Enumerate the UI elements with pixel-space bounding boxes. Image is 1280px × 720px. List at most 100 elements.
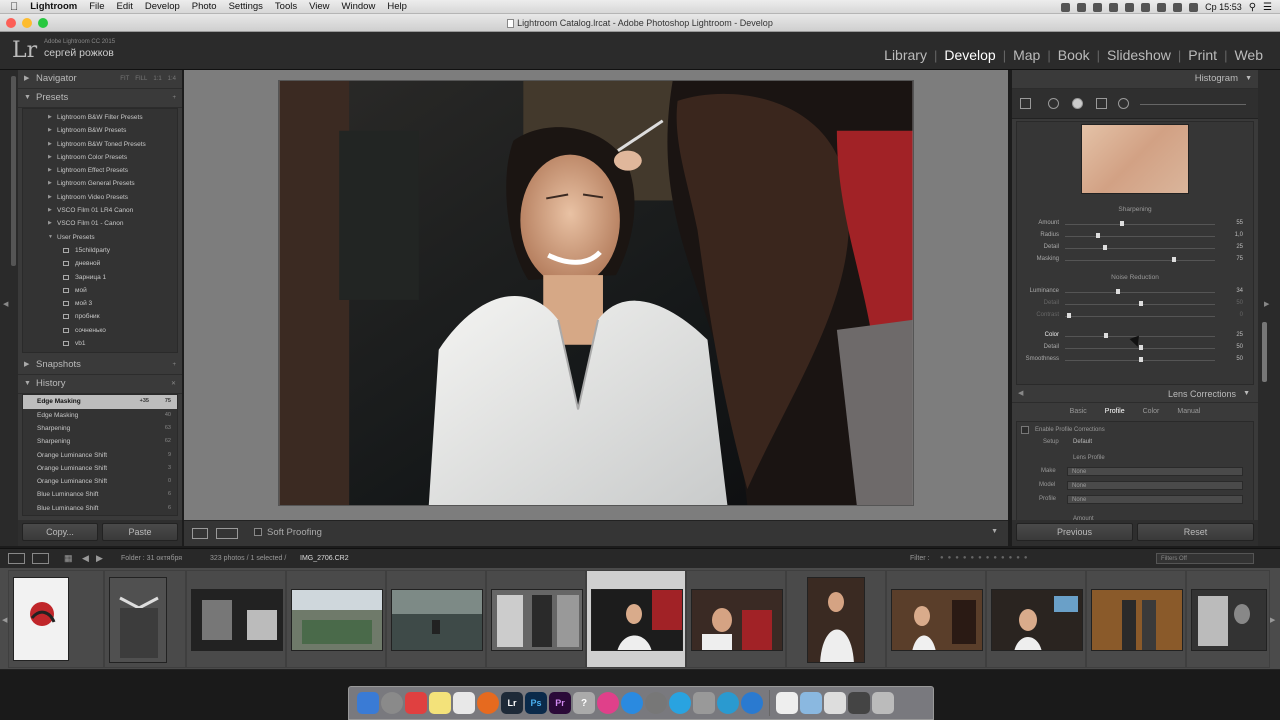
history-item[interactable]: Orange Luminance Shift 0 — [23, 475, 177, 488]
user-preset-item[interactable]: мой — [23, 284, 177, 297]
snapshots-header[interactable]: ▶ Snapshots + — [18, 356, 182, 376]
module-library[interactable]: Library — [877, 47, 934, 63]
user-preset-item[interactable]: дневной — [23, 257, 177, 270]
user-preset-item[interactable]: 15сhildparty — [23, 244, 177, 257]
tab-profile[interactable]: Profile — [1105, 403, 1125, 421]
sharpening-radius-slider[interactable]: Radius 1,0 — [1017, 230, 1253, 242]
menu-photo[interactable]: Photo — [192, 1, 217, 12]
slider-track[interactable] — [1065, 236, 1215, 237]
volume-icon[interactable] — [1157, 2, 1167, 12]
sharpening-amount-slider[interactable]: Amount 55 — [1017, 218, 1253, 230]
filmstrip-thumbnail[interactable] — [386, 570, 486, 668]
preset-folder[interactable]: ▶ VSCO Film 01 - Canon — [23, 217, 177, 230]
add-preset-icon[interactable]: + — [172, 89, 176, 107]
history-item[interactable]: Blue Luminance Shift 6 — [23, 488, 177, 501]
slider-knob[interactable] — [1096, 233, 1100, 238]
module-develop[interactable]: Develop — [937, 47, 1002, 63]
filmstrip-thumbnail[interactable] — [1186, 570, 1270, 668]
copy-settings-button[interactable]: Copy... — [22, 523, 98, 541]
soft-proofing-toggle[interactable]: Soft Proofing — [254, 527, 322, 538]
filmstrip-thumbnail[interactable] — [886, 570, 986, 668]
user-preset-item[interactable]: vb1 — [23, 337, 177, 350]
tab-manual[interactable]: Manual — [1177, 403, 1200, 421]
previous-button[interactable]: Previous — [1016, 523, 1133, 541]
folder-icon[interactable] — [800, 692, 822, 714]
preset-folder[interactable]: ▶ Lightroom Color Presets — [23, 151, 177, 164]
premiere-icon[interactable]: Pr — [549, 692, 571, 714]
preset-folder[interactable]: ▶ Lightroom B&W Presets — [23, 124, 177, 137]
status-icon[interactable] — [1109, 2, 1119, 12]
noise-smoothness-slider[interactable]: Smoothness 50 — [1017, 354, 1253, 366]
tab-color[interactable]: Color — [1143, 403, 1160, 421]
skype-icon[interactable] — [669, 692, 691, 714]
left-panel-scrollbar[interactable] — [11, 76, 16, 266]
collapse-left-icon[interactable]: ◀ — [3, 300, 8, 308]
slider-track[interactable] — [1065, 316, 1215, 317]
spotlight-icon[interactable]: ⚲ — [1249, 2, 1256, 13]
noise-detail-slider[interactable]: Detail 50 — [1017, 298, 1253, 310]
photoshop-icon[interactable]: Ps — [525, 692, 547, 714]
filmstrip-thumbnail[interactable] — [104, 570, 186, 668]
source-folder-label[interactable]: Folder : 31 октября — [121, 555, 182, 562]
spot-removal-tool-icon[interactable] — [1048, 98, 1059, 109]
calendar-icon[interactable] — [405, 692, 427, 714]
history-item[interactable]: Orange Luminance Shift 3 — [23, 462, 177, 475]
right-panel-edge[interactable]: ▶ — [1258, 70, 1280, 546]
user-preset-item[interactable]: пробник — [23, 310, 177, 323]
close-window-button[interactable] — [6, 18, 16, 28]
app-store-icon[interactable] — [621, 692, 643, 714]
filmstrip-right-arrow-icon[interactable]: ▶ — [1270, 616, 1275, 624]
second-window-icon[interactable] — [32, 553, 49, 564]
main-window-icon[interactable] — [8, 553, 25, 564]
app-icon[interactable] — [693, 692, 715, 714]
loupe-view-icon[interactable] — [192, 528, 208, 539]
clear-history-icon[interactable]: ✕ — [171, 375, 176, 393]
preset-folder[interactable]: ▶ Lightroom B&W Toned Presets — [23, 138, 177, 151]
slider-track[interactable] — [1065, 336, 1215, 337]
slider-value[interactable]: 25 — [1236, 332, 1243, 338]
menu-help[interactable]: Help — [387, 1, 407, 12]
lightroom-icon[interactable]: Lr — [501, 692, 523, 714]
profile-dropdown[interactable]: None — [1067, 495, 1243, 504]
slider-knob[interactable] — [1116, 289, 1120, 294]
slider-track[interactable] — [1065, 260, 1215, 261]
detail-preview[interactable] — [1081, 124, 1189, 194]
textedit-icon[interactable] — [453, 692, 475, 714]
history-item[interactable]: Edge Masking +35 75 — [23, 395, 177, 409]
slider-knob[interactable] — [1172, 257, 1176, 262]
slider-value[interactable]: 25 — [1236, 244, 1243, 250]
history-item[interactable]: Sharpening 62 — [23, 435, 177, 448]
slider-value[interactable]: 1,0 — [1235, 232, 1243, 238]
enable-profile-checkbox[interactable] — [1021, 426, 1029, 434]
filmstrip-thumbnail-selected[interactable] — [586, 570, 686, 668]
filmstrip-left-arrow-icon[interactable]: ◀ — [2, 616, 7, 624]
filmstrip-thumbnail[interactable] — [486, 570, 586, 668]
radial-filter-icon[interactable] — [1118, 98, 1129, 109]
filmstrip-thumbnail[interactable] — [8, 570, 104, 668]
launchpad-icon[interactable] — [381, 692, 403, 714]
slider-track[interactable] — [1065, 224, 1215, 225]
sharpening-detail-slider[interactable]: Detail 25 — [1017, 242, 1253, 254]
status-icon[interactable] — [1077, 2, 1087, 12]
selected-filename[interactable]: IMG_2706.CR2 — [300, 555, 349, 562]
add-snapshot-icon[interactable]: + — [172, 356, 176, 374]
trash-icon[interactable] — [872, 692, 894, 714]
zoom-fit[interactable]: FIT — [120, 70, 129, 88]
panel-switch-icon[interactable]: ◀ — [1018, 385, 1023, 403]
user-preset-item[interactable]: сочненько — [23, 324, 177, 337]
filmstrip-thumbnail[interactable] — [686, 570, 786, 668]
preset-folder[interactable]: ▶ Lightroom Video Presets — [23, 191, 177, 204]
crop-tool-icon[interactable] — [1020, 98, 1031, 109]
app-icon[interactable] — [824, 692, 846, 714]
slider-value[interactable]: 34 — [1236, 288, 1243, 294]
histogram-header[interactable]: Histogram ▼ — [1012, 70, 1258, 89]
zoom-fill[interactable]: FILL — [135, 70, 147, 88]
filmstrip-thumbnail[interactable] — [286, 570, 386, 668]
preset-folder[interactable]: ▶ Lightroom Effect Presets — [23, 164, 177, 177]
keyboard-layout-icon[interactable] — [1173, 2, 1183, 12]
slider-value[interactable]: 0 — [1240, 312, 1243, 318]
paste-settings-button[interactable]: Paste — [102, 523, 178, 541]
back-arrow-icon[interactable]: ◀ — [82, 553, 89, 564]
history-item[interactable]: Orange Luminance Shift 9 — [23, 449, 177, 462]
menu-settings[interactable]: Settings — [229, 1, 263, 12]
